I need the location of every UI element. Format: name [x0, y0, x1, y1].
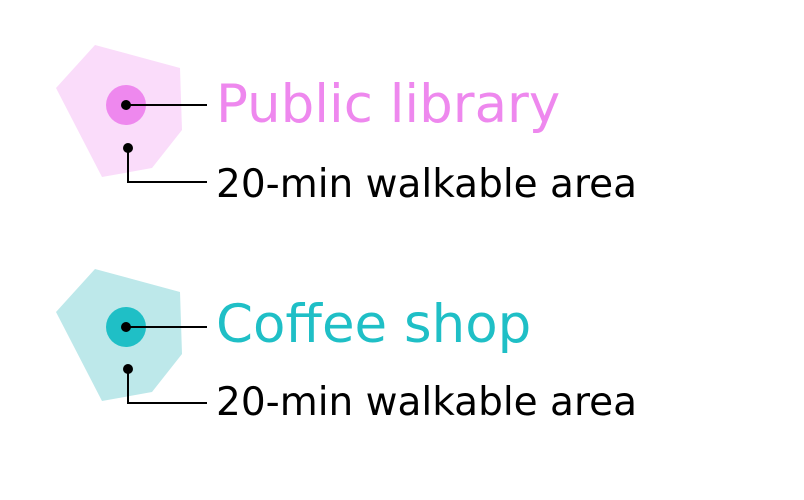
- walkable-area-label: 20-min walkable area: [216, 380, 638, 425]
- poi-name-label: Public library: [216, 74, 561, 135]
- legend-item-coffee: [56, 269, 207, 404]
- walkable-area-label: 20-min walkable area: [216, 162, 638, 207]
- poi-name-label: Coffee shop: [216, 294, 532, 355]
- legend-item-library: [56, 45, 207, 183]
